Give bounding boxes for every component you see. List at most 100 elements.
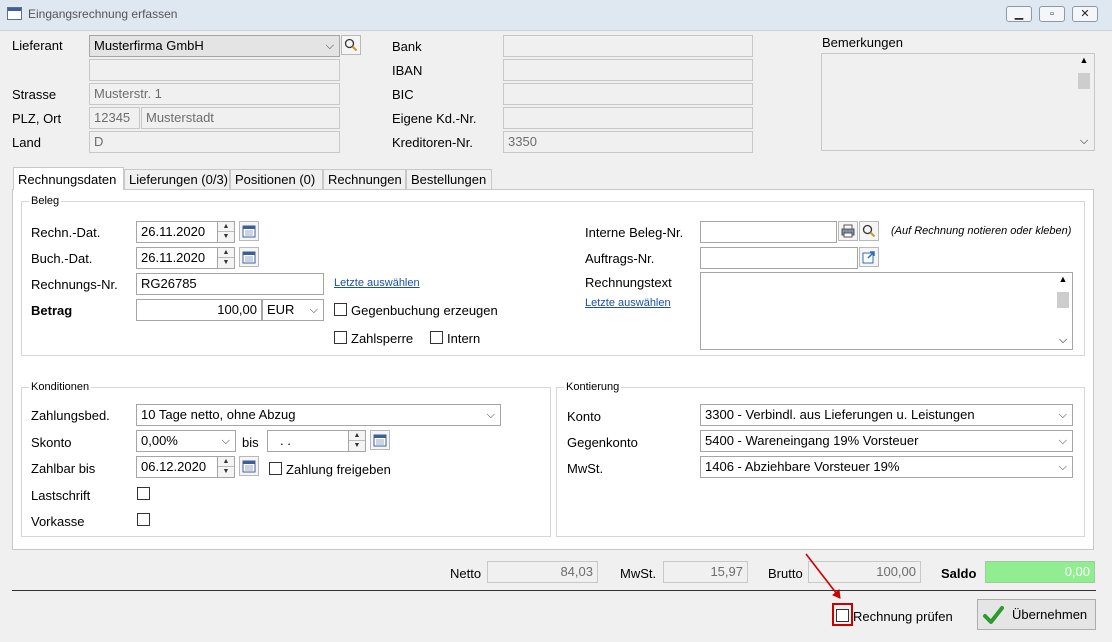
tab-rechnungsdaten[interactable]: Rechnungsdaten [13, 167, 124, 190]
interne-beleg-hint: (Auf Rechnung notieren oder kleben) [891, 225, 1072, 237]
label-bank: Bank [392, 39, 422, 54]
currency-dropdown[interactable]: EUR ⌵ [262, 299, 324, 321]
label-skonto: Skonto [31, 435, 72, 450]
label-auftrags-nr: Auftrags-Nr. [585, 251, 655, 266]
interne-beleg-nr-field[interactable] [700, 221, 837, 243]
strasse-field[interactable]: Musterstr. 1 [89, 83, 340, 105]
print-button[interactable] [838, 221, 858, 241]
lastschrift-checkbox[interactable] [137, 487, 150, 500]
uebernehmen-button[interactable]: Übernehmen [977, 599, 1096, 630]
zahlung-freigeben-checkbox[interactable] [269, 462, 282, 475]
bic-field[interactable] [503, 83, 753, 105]
zahlungsbed-value: 10 Tage netto, ohne Abzug [141, 407, 296, 422]
minimize-button[interactable]: ▁ [1006, 6, 1032, 22]
zahlbar-bis-value: 06.12.2020 [141, 459, 207, 474]
rechnung-pruefen-checkbox[interactable] [836, 609, 849, 622]
bemerkungen-textarea[interactable] [821, 53, 1095, 151]
zahlungsbed-dropdown[interactable]: 10 Tage netto, ohne Abzug ⌵ [136, 404, 501, 426]
scroll-up-icon[interactable]: ▲ [1055, 274, 1071, 288]
maximize-button[interactable]: ▫ [1039, 6, 1065, 22]
label-land: Land [12, 135, 41, 150]
skonto-value: 0,00% [141, 433, 178, 448]
skonto-bis-field[interactable]: . . ▲ ▼ [267, 430, 366, 452]
bemerkungen-scrollbar[interactable]: ▲ ⌵ [1076, 55, 1092, 149]
chevron-down-icon: ⌵ [325, 40, 334, 52]
eigene-kd-nr-field[interactable] [503, 107, 753, 129]
tab-bestellungen[interactable]: Bestellungen [406, 169, 492, 190]
skonto-dropdown[interactable]: 0,00% ⌵ [136, 430, 236, 452]
label-rechnungs-nr: Rechnungs-Nr. [31, 277, 118, 292]
label-totals-mwst: MwSt. [620, 566, 657, 581]
scroll-down-icon[interactable]: ⌵ [1055, 334, 1071, 348]
zahlsperre-label: Zahlsperre [351, 331, 414, 346]
rechnungs-nr-field[interactable]: RG26785 [136, 273, 324, 295]
scroll-thumb[interactable] [1057, 292, 1069, 308]
konto-value: 3300 - Verbindl. aus Lieferungen u. Leis… [705, 407, 975, 422]
label-interne-beleg-nr: Interne Beleg-Nr. [585, 225, 684, 240]
gegenbuchung-checkbox[interactable] [334, 303, 347, 316]
scroll-up-icon[interactable]: ▲ [1076, 55, 1092, 69]
lieferant-line2-field[interactable] [89, 59, 340, 81]
saldo-field: 0,00 [985, 561, 1095, 583]
label-eigene-kd-nr: Eigene Kd.-Nr. [392, 111, 477, 126]
label-bic: BIC [392, 87, 414, 102]
buch-dat-spinner[interactable]: ▲ ▼ [217, 248, 234, 268]
label-konto: Konto [567, 409, 601, 424]
tab-lieferungen[interactable]: Lieferungen (0/3) [124, 169, 230, 190]
rechn-dat-field[interactable]: 26.11.2020 ▲ ▼ [136, 221, 235, 243]
label-strasse: Strasse [12, 87, 57, 102]
lieferant-dropdown[interactable]: Musterfirma GmbH ⌵ [89, 35, 340, 57]
skonto-bis-calendar-button[interactable] [370, 430, 390, 450]
printer-icon [841, 224, 855, 238]
label-kreditoren-nr: Kreditoren-Nr. [392, 135, 473, 150]
bank-field[interactable] [503, 35, 753, 57]
tab-rechnungen[interactable]: Rechnungen [323, 169, 406, 190]
zahlbar-bis-calendar-button[interactable] [239, 456, 259, 476]
ort-field[interactable]: Musterstadt [141, 107, 340, 129]
chevron-down-icon: ⌵ [1058, 461, 1067, 473]
calendar-icon [242, 225, 256, 238]
vorkasse-checkbox[interactable] [137, 513, 150, 526]
scroll-down-icon[interactable]: ⌵ [1076, 135, 1092, 149]
label-zahlungsbed: Zahlungsbed. [31, 408, 110, 423]
lieferant-search-button[interactable] [341, 35, 361, 55]
interne-beleg-search-button[interactable] [859, 221, 879, 241]
rechn-dat-calendar-button[interactable] [239, 221, 259, 241]
buch-dat-field[interactable]: 26.11.2020 ▲ ▼ [136, 247, 235, 269]
label-betrag: Betrag [31, 303, 73, 318]
calendar-icon [373, 434, 387, 447]
scroll-thumb[interactable] [1078, 73, 1090, 89]
letzte-auswaehlen-link-2[interactable]: Letzte auswählen [585, 297, 671, 309]
rechnungstext-scrollbar[interactable]: ▲ ⌵ [1055, 274, 1071, 348]
auftrag-open-button[interactable] [859, 247, 879, 267]
buch-dat-calendar-button[interactable] [239, 247, 259, 267]
konto-dropdown[interactable]: 3300 - Verbindl. aus Lieferungen u. Leis… [700, 404, 1073, 426]
label-brutto: Brutto [768, 566, 803, 581]
calendar-icon [242, 460, 256, 473]
label-rechn-dat: Rechn.-Dat. [31, 225, 101, 240]
skonto-bis-spinner[interactable]: ▲ ▼ [348, 431, 365, 451]
close-button[interactable]: ✕ [1072, 6, 1098, 22]
intern-label: Intern [447, 331, 481, 346]
auftrags-nr-field[interactable] [700, 247, 858, 269]
letzte-auswaehlen-link[interactable]: Letzte auswählen [334, 277, 420, 289]
betrag-field[interactable]: 100,00 [136, 299, 262, 321]
kreditoren-nr-field[interactable]: 3350 [503, 131, 753, 153]
land-field[interactable]: D [89, 131, 340, 153]
zahlbar-bis-spinner[interactable]: ▲ ▼ [217, 457, 234, 477]
iban-field[interactable] [503, 59, 753, 81]
uebernehmen-label: Übernehmen [1012, 607, 1088, 622]
rechnungstext-textarea[interactable] [700, 272, 1073, 350]
mwst-dropdown[interactable]: 1406 - Abziehbare Vorsteuer 19% ⌵ [700, 456, 1073, 478]
rechn-dat-value: 26.11.2020 [141, 224, 206, 239]
gegenkonto-value: 5400 - Wareneingang 19% Vorsteuer [705, 433, 919, 448]
intern-checkbox[interactable] [430, 331, 443, 344]
gegenkonto-dropdown[interactable]: 5400 - Wareneingang 19% Vorsteuer ⌵ [700, 430, 1073, 452]
netto-field: 84,03 [487, 561, 598, 583]
zahlbar-bis-field[interactable]: 06.12.2020 ▲ ▼ [136, 456, 235, 478]
search-icon [862, 224, 876, 238]
zahlsperre-checkbox[interactable] [334, 331, 347, 344]
rechn-dat-spinner[interactable]: ▲ ▼ [217, 222, 234, 242]
tab-positionen[interactable]: Positionen (0) [230, 169, 323, 190]
plz-field[interactable]: 12345 [89, 107, 140, 129]
